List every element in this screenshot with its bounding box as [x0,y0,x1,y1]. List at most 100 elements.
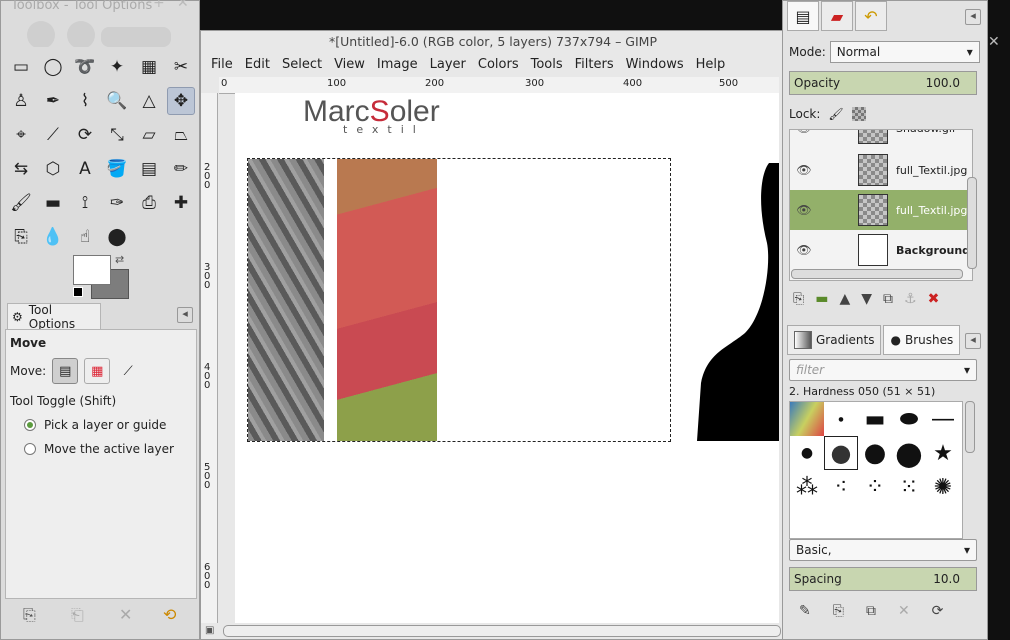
flip-icon[interactable]: ⇆ [7,155,35,183]
shear-icon[interactable]: ▱ [135,121,163,149]
mode-dropdown[interactable]: Normal ▾ [829,41,980,63]
new-brush-button[interactable]: ⎘ [833,603,844,619]
image-canvas[interactable]: MarcSoler textil [235,93,779,623]
delete-brush-button[interactable]: ✕ [898,603,910,619]
brush-spatter-3[interactable]: ⁘ [858,470,892,504]
brush-tag-input[interactable]: Basic, ▾ [789,539,977,561]
radio-pick-dot[interactable] [24,419,36,431]
tab-tool-options[interactable]: ⚙ Tool Options [7,303,101,331]
brush-line[interactable]: ― [926,402,960,436]
menu-filters[interactable]: Filters [569,55,620,74]
horizontal-scrollbar[interactable] [223,625,781,637]
move-selection-button[interactable]: ▦ [84,358,111,384]
radio-move-dot[interactable] [24,443,36,455]
radio-move-active[interactable]: Move the active layer [24,442,192,456]
layer-name[interactable]: full_Textil.jpg [896,164,967,177]
brush-pencil-scratch[interactable] [790,402,824,436]
move-layer-button[interactable]: ▤ [52,358,79,384]
layer-row[interactable]: 👁 full_Textil.jpg [790,190,972,230]
layer-row[interactable]: 👁 Shadow.gif [790,130,972,148]
menu-colors[interactable]: Colors [472,55,525,74]
cage-transform-icon[interactable]: ⬡ [39,155,67,183]
refresh-brushes-button[interactable]: ⟳ [932,603,944,619]
text-icon[interactable]: A [71,155,99,183]
brush-spatter-5[interactable]: ✺ [926,470,960,504]
menu-edit[interactable]: Edit [239,55,276,74]
brush-hardness-050[interactable]: ● [824,436,858,470]
tab-brushes[interactable]: ● Brushes [883,325,961,355]
rect-select-icon[interactable]: ▭ [7,53,35,81]
eraser-icon[interactable]: ▬ [39,189,67,217]
new-layer-button[interactable]: ⎘ [793,291,804,307]
perspective-icon[interactable]: ⏢ [167,121,195,149]
ruler-horizontal[interactable]: 0 100 200 300 400 500 [219,77,779,94]
layer-row[interactable]: 👁 full_Textil.jpg [790,150,972,190]
smudge-icon[interactable]: ☝ [71,223,99,251]
close-icon[interactable]: ✕ [177,0,189,11]
menu-layer[interactable]: Layer [424,55,472,74]
visibility-eye-icon[interactable]: 👁 [790,203,818,217]
lock-pixels-icon[interactable]: 🖌 [828,107,843,121]
brush-spatter-2[interactable]: ⁖ [824,470,858,504]
brush-pixel[interactable]: ● [824,402,858,436]
tab-layers[interactable]: ▤ [787,1,819,31]
fuzzy-select-icon[interactable]: ✦ [103,53,131,81]
delete-options-icon[interactable]: ✕ [119,605,132,624]
move-icon[interactable]: ✥ [167,87,195,115]
brush-oval[interactable]: ⬬ [892,402,926,436]
visibility-eye-icon[interactable]: 👁 [790,163,818,177]
color-area[interactable]: ⇄ [71,253,133,301]
layer-row[interactable]: 👁 Background [790,230,972,270]
foreground-select-icon[interactable]: ♙ [7,87,35,115]
visibility-eye-icon[interactable]: 👁 [790,130,818,135]
brush-hardness-100[interactable]: ● [892,434,926,472]
foreground-color[interactable] [73,255,111,285]
panel-menu-icon[interactable]: ◂ [177,307,193,323]
zoom-icon[interactable]: 🔍 [103,87,131,115]
brushes-scrollbar[interactable] [965,401,975,453]
delete-layer-button[interactable]: ✖ [928,291,940,307]
heal-icon[interactable]: ✚ [167,189,195,217]
menu-file[interactable]: File [205,55,239,74]
spacing-slider[interactable]: Spacing 10.0 [789,567,977,591]
brushes-menu-icon[interactable]: ◂ [965,333,981,349]
ink-icon[interactable]: ✑ [103,189,131,217]
layers-scrollbar[interactable] [967,177,977,269]
tab-gradients[interactable]: Gradients [787,325,882,355]
visibility-eye-icon[interactable]: 👁 [790,243,818,257]
perspective-clone-icon[interactable]: ⎘ [7,223,35,251]
scissors-icon[interactable]: ✂ [167,53,195,81]
rotate-icon[interactable]: ⟳ [71,121,99,149]
blend-icon[interactable]: ▤ [135,155,163,183]
align-icon[interactable]: ⌖ [7,121,35,149]
layer-name[interactable]: Shadow.gif [896,130,956,135]
bucket-fill-icon[interactable]: 🪣 [103,155,131,183]
edit-brush-button[interactable]: ✎ [799,603,811,619]
reset-options-icon[interactable]: ⟲ [163,605,176,624]
menu-help[interactable]: Help [690,55,732,74]
paintbrush-icon[interactable]: 🖌 [7,189,35,217]
free-select-icon[interactable]: ➰ [71,53,99,81]
duplicate-brush-button[interactable]: ⧉ [866,603,876,619]
measure-icon[interactable]: △ [135,87,163,115]
menu-windows[interactable]: Windows [620,55,690,74]
color-picker-icon[interactable]: ⌇ [71,87,99,115]
swap-colors-icon[interactable]: ⇄ [115,253,124,266]
color-select-icon[interactable]: ▦ [135,53,163,81]
blur-icon[interactable]: 💧 [39,223,67,251]
menu-select[interactable]: Select [276,55,328,74]
restore-options-icon[interactable]: ⎗ [71,605,84,625]
reset-colors-icon[interactable] [73,287,83,297]
menu-tools[interactable]: Tools [525,55,569,74]
brush-grid[interactable]: ● ▬ ⬬ ― ● ● ● ● ★ ⁂ ⁖ ⁘ ⁙ ✺ [789,401,963,539]
move-path-button[interactable]: ⟋ [116,359,140,383]
layer-name[interactable]: Background [896,244,970,257]
airbrush-icon[interactable]: ⟟ [71,189,99,217]
dock-menu-icon[interactable]: ◂ [965,9,981,25]
brush-hardness-075[interactable]: ● [858,436,892,470]
quick-mask-icon[interactable]: ▣ [205,625,214,636]
minimize-icon[interactable]: + [153,0,165,11]
pencil-icon[interactable]: ✏ [167,155,195,183]
dodge-burn-icon[interactable]: ⬤ [103,223,131,251]
layers-list[interactable]: 👁 Shadow.gif 👁 full_Textil.jpg 👁 full_Textil.… [789,129,973,281]
